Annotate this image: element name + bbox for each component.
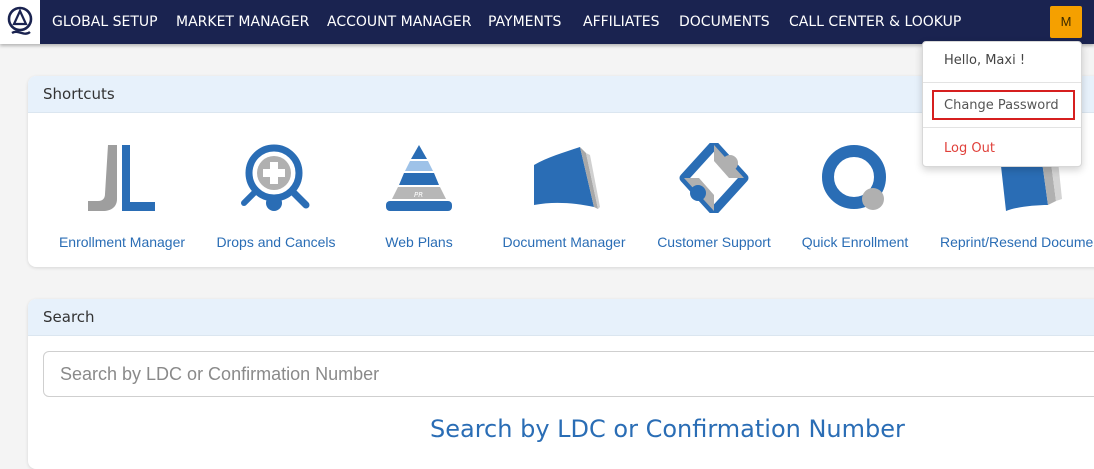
svg-text:PR: PR (414, 191, 423, 199)
shortcut-document-manager[interactable]: Document Manager (486, 113, 642, 267)
quick-enrollment-icon (822, 145, 886, 210)
enrollment-manager-icon (88, 145, 155, 211)
brand-logo[interactable] (0, 0, 40, 44)
logout-item[interactable]: Log Out (944, 141, 995, 156)
nav-account-manager[interactable]: ACCOUNT MANAGER (327, 0, 472, 44)
shortcut-label: Drops and Cancels (216, 234, 336, 250)
nav-affiliates[interactable]: AFFILIATES (583, 0, 660, 44)
brand-logo-icon (7, 6, 33, 35)
divider (923, 82, 1081, 83)
search-heading: Search by LDC or Confirmation Number (430, 415, 905, 443)
shortcut-label: Enrollment Manager (58, 234, 186, 250)
shortcut-web-plans[interactable]: PR Web Plans (352, 113, 486, 267)
top-navbar: GLOBAL SETUP MARKET MANAGER ACCOUNT MANA… (0, 0, 1094, 44)
change-password-item[interactable]: Change Password (932, 90, 1075, 120)
shortcut-label: Document Manager (502, 234, 626, 250)
user-menu-dropdown: Hello, Maxi ! Change Password Log Out (922, 41, 1082, 167)
web-plans-icon: PR (386, 145, 452, 211)
customer-support-icon (679, 143, 749, 213)
nav-documents[interactable]: DOCUMENTS (679, 0, 770, 44)
user-greeting: Hello, Maxi ! (944, 53, 1026, 68)
search-input[interactable] (43, 351, 1094, 397)
shortcut-customer-support[interactable]: Customer Support (642, 113, 786, 267)
document-manager-icon (534, 147, 600, 209)
nav-call-center-lookup[interactable]: CALL CENTER & LOOKUP (789, 0, 961, 44)
change-password-label: Change Password (944, 98, 1059, 113)
nav-payments[interactable]: PAYMENTS (488, 0, 561, 44)
search-title: Search (28, 299, 1094, 336)
shortcut-enrollment-manager[interactable]: Enrollment Manager (44, 113, 200, 267)
shortcut-drops-and-cancels[interactable]: Drops and Cancels (200, 113, 352, 267)
nav-global-setup[interactable]: GLOBAL SETUP (52, 0, 158, 44)
user-avatar[interactable]: M (1050, 6, 1082, 38)
nav-market-manager[interactable]: MARKET MANAGER (176, 0, 309, 44)
shortcut-label: Web Plans (385, 234, 453, 250)
shortcut-label: Customer Support (657, 234, 771, 250)
divider (923, 127, 1081, 128)
search-card: Search Search by LDC or Confirmation Num… (28, 299, 1094, 469)
shortcut-label: Reprint/Resend Docume (940, 234, 1094, 250)
shortcut-quick-enrollment[interactable]: Quick Enrollment (786, 113, 924, 267)
shortcut-label: Quick Enrollment (801, 234, 909, 250)
drops-cancels-icon (241, 144, 310, 211)
